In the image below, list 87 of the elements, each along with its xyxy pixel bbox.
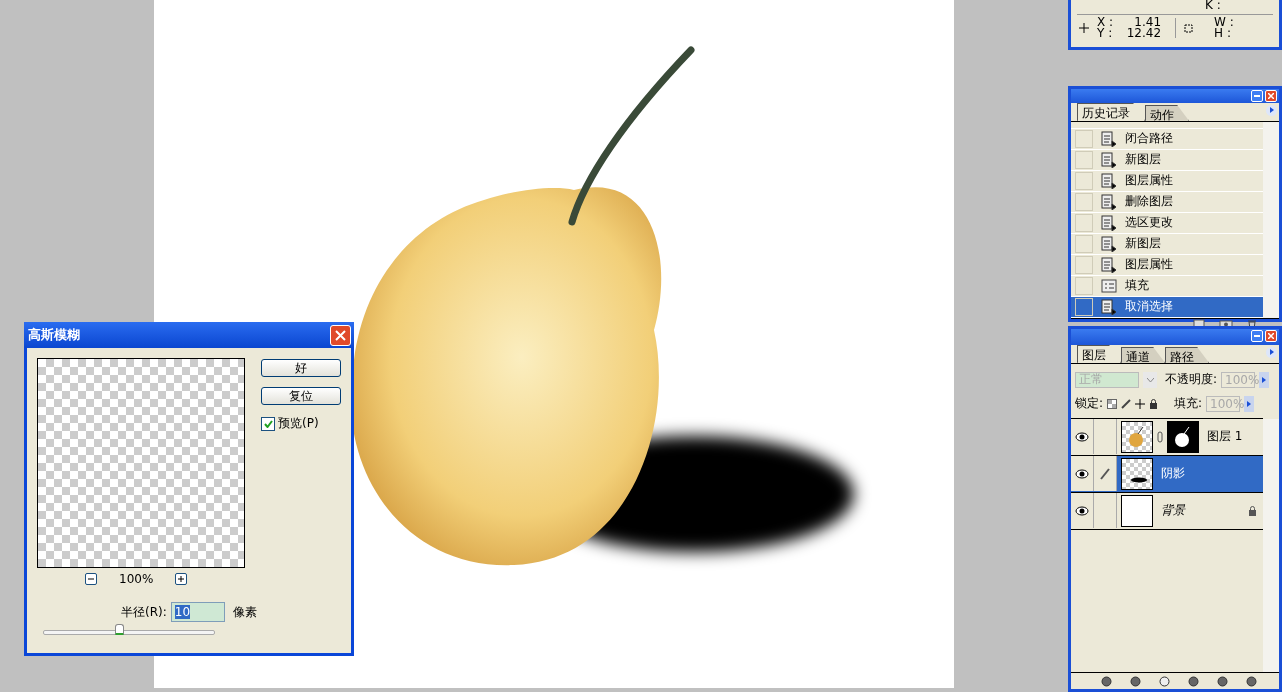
history-item[interactable]: 闭合路径 — [1071, 128, 1263, 150]
checkmark-icon — [263, 419, 273, 428]
panel-menu-button[interactable] — [1266, 104, 1277, 116]
zoom-in-button[interactable] — [175, 573, 188, 585]
lock-transparency-icon[interactable] — [1107, 398, 1118, 409]
fill-arrow-button[interactable] — [1244, 395, 1255, 412]
move-icon[interactable] — [1135, 398, 1146, 409]
selection-size-icon — [1184, 23, 1195, 33]
layer-mask-thumbnail — [1167, 420, 1199, 453]
layer-thumbnail — [1121, 420, 1153, 453]
panel-tab[interactable]: 通道 — [1121, 346, 1165, 363]
close-icon — [1268, 92, 1274, 99]
triangle-right-icon — [1247, 400, 1252, 407]
zoom-level: 100% — [119, 572, 154, 586]
lock-icon[interactable] — [1149, 398, 1159, 409]
close-button[interactable] — [1265, 329, 1277, 342]
history-step-icon — [1101, 193, 1117, 210]
w-label: W : — [1214, 17, 1234, 28]
layer-name: 图层 1 — [1207, 428, 1244, 446]
layer-thumbnail — [1121, 494, 1153, 527]
brush-icon — [1100, 467, 1110, 480]
history-item[interactable]: 填充 — [1071, 275, 1263, 297]
y-label: Y : — [1097, 28, 1114, 39]
triangle-right-icon — [1262, 376, 1267, 383]
minus-icon — [88, 578, 94, 580]
minimize-icon — [1254, 94, 1260, 97]
fill-label: 填充: — [1174, 395, 1203, 413]
triangle-right-icon — [1269, 107, 1274, 114]
y-value: 12.42 — [1126, 28, 1162, 39]
close-button[interactable] — [330, 324, 351, 346]
h-label: H : — [1214, 28, 1232, 39]
history-item[interactable]: 图层属性 — [1071, 170, 1263, 192]
history-item[interactable]: 删除图层 — [1071, 191, 1263, 213]
eye-icon[interactable] — [1075, 431, 1089, 442]
minimize-button[interactable] — [1251, 329, 1263, 342]
k-label: K : — [1205, 0, 1221, 12]
radius-input[interactable]: 10 — [170, 602, 225, 622]
panel-menu-button[interactable] — [1266, 346, 1277, 358]
history-step-icon — [1101, 151, 1117, 168]
close-icon — [335, 329, 346, 341]
history-step-icon — [1101, 130, 1117, 147]
history-step-icon — [1101, 172, 1117, 189]
eye-icon[interactable] — [1075, 468, 1089, 479]
crosshair-icon — [1079, 23, 1089, 33]
opacity-label: 不透明度: — [1165, 371, 1218, 389]
opacity-arrow-button[interactable] — [1259, 371, 1270, 388]
radius-label: 半径(R): — [121, 603, 167, 621]
history-step-icon — [1101, 298, 1117, 315]
dialog-title: 高斯模糊 — [28, 326, 80, 344]
unit-label: 像素 — [232, 603, 257, 621]
history-step-icon — [1101, 214, 1117, 231]
chevron-down-icon — [1146, 377, 1154, 382]
minimize-icon — [1254, 334, 1260, 337]
x-label: X : — [1097, 17, 1114, 28]
radius-slider[interactable] — [43, 624, 215, 638]
close-icon — [1268, 332, 1274, 339]
layer-name: 背景 — [1161, 502, 1187, 520]
lock-label: 锁定: — [1075, 395, 1104, 413]
x-value: 1.41 — [1134, 17, 1162, 28]
ok-button[interactable]: 好 — [261, 359, 341, 377]
history-item[interactable]: 新图层 — [1071, 233, 1263, 255]
chain-link-icon — [1157, 430, 1163, 443]
close-button[interactable] — [1265, 89, 1277, 102]
history-item[interactable]: 取消选择 — [1071, 296, 1263, 318]
history-step-icon — [1101, 235, 1117, 252]
eye-icon[interactable] — [1075, 505, 1089, 516]
layer-thumbnail — [1121, 457, 1153, 490]
plus-icon — [178, 576, 185, 582]
history-item[interactable]: 图层属性 — [1071, 254, 1263, 276]
panel-tab[interactable]: 动作 — [1145, 104, 1189, 121]
layer-row[interactable]: 背景 — [1071, 492, 1263, 530]
slider-thumb[interactable] — [115, 624, 125, 635]
history-step-icon — [1101, 256, 1117, 273]
triangle-right-icon — [1269, 349, 1274, 356]
layer-row[interactable]: 图层 1 — [1071, 418, 1263, 456]
layer-name: 阴影 — [1161, 465, 1186, 483]
layer-row[interactable]: 阴影 — [1071, 455, 1263, 493]
history-item[interactable]: 新图层 — [1071, 149, 1263, 171]
preview-label: 预览(P) — [278, 415, 319, 432]
fill-step-icon — [1101, 278, 1117, 293]
reset-button[interactable]: 复位 — [261, 387, 341, 405]
minimize-button[interactable] — [1251, 89, 1263, 102]
preview-checkbox[interactable] — [261, 416, 275, 431]
history-item[interactable]: 选区更改 — [1071, 212, 1263, 234]
zoom-out-button[interactable] — [85, 573, 97, 585]
panel-tab[interactable]: 路径 — [1165, 346, 1209, 363]
brush-icon[interactable] — [1121, 398, 1132, 409]
